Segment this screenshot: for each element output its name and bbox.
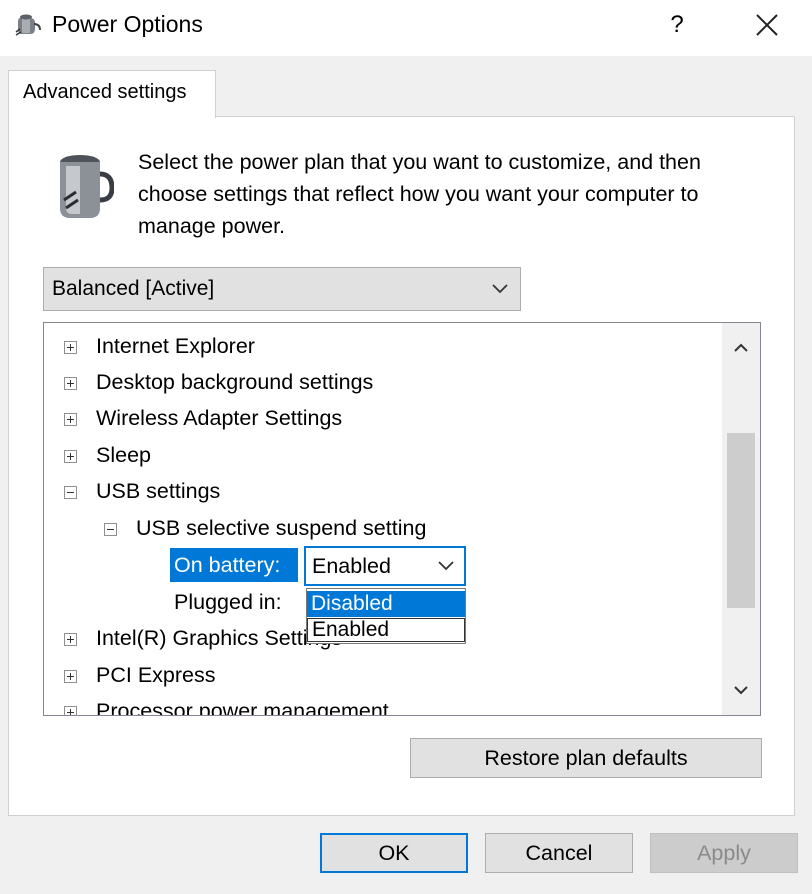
tree-item-label: USB selective suspend setting [136, 516, 427, 540]
expand-icon[interactable] [64, 413, 77, 426]
help-button[interactable]: ? [660, 6, 694, 44]
chevron-down-icon [734, 686, 748, 695]
title-bar: Power Options ? [0, 0, 812, 56]
tree-item-label: PCI Express [96, 663, 216, 687]
power-plan-icon [60, 155, 114, 218]
expand-icon[interactable] [64, 670, 77, 683]
on-battery-dropdown-list: Disabled Enabled [306, 588, 466, 644]
restore-plan-defaults-button[interactable]: Restore plan defaults [410, 738, 762, 778]
chevron-up-icon [734, 343, 748, 352]
scroll-thumb[interactable] [727, 433, 755, 608]
tree-item-label: Sleep [96, 443, 151, 467]
option-disabled[interactable]: Disabled [307, 591, 465, 617]
close-button[interactable] [745, 6, 789, 44]
expand-icon[interactable] [64, 706, 77, 715]
expand-icon[interactable] [64, 341, 77, 354]
tree-item-label: Internet Explorer [96, 334, 255, 358]
expand-icon[interactable] [64, 450, 77, 463]
on-battery-combo[interactable]: Enabled [304, 546, 466, 586]
option-enabled[interactable]: Enabled [307, 618, 465, 642]
apply-button[interactable]: Apply [650, 833, 798, 873]
tree-item-label: Processor power management [96, 699, 389, 716]
settings-tree[interactable]: Internet Explorer Desktop background set… [43, 322, 761, 716]
power-options-icon [15, 14, 41, 36]
collapse-icon[interactable] [104, 523, 117, 536]
intro-text: Select the power plan that you want to c… [138, 150, 701, 238]
collapse-icon[interactable] [64, 486, 77, 499]
cancel-button[interactable]: Cancel [485, 833, 633, 873]
on-battery-combo-value: Enabled [312, 554, 391, 578]
power-plan-select[interactable]: Balanced [Active] [43, 267, 521, 311]
tree-item-label: Desktop background settings [96, 370, 374, 394]
tab-advanced-settings[interactable]: Advanced settings [8, 70, 216, 118]
ok-button[interactable]: OK [320, 833, 468, 873]
tree-scrollbar[interactable] [722, 323, 760, 715]
scroll-down-button[interactable] [722, 675, 760, 705]
expand-icon[interactable] [64, 633, 77, 646]
window-title: Power Options [52, 11, 203, 37]
scroll-up-button[interactable] [722, 333, 760, 363]
power-plan-select-value: Balanced [Active] [52, 277, 215, 300]
tree-item-label: USB settings [96, 479, 221, 503]
expand-icon[interactable] [64, 377, 77, 390]
chevron-down-icon [490, 268, 510, 325]
plugged-in-label[interactable]: Plugged in: [174, 586, 282, 618]
close-icon [756, 14, 778, 36]
tree-item-label: Wireless Adapter Settings [96, 406, 343, 430]
on-battery-label[interactable]: On battery: [170, 548, 298, 582]
tab-panel-join [9, 116, 215, 120]
